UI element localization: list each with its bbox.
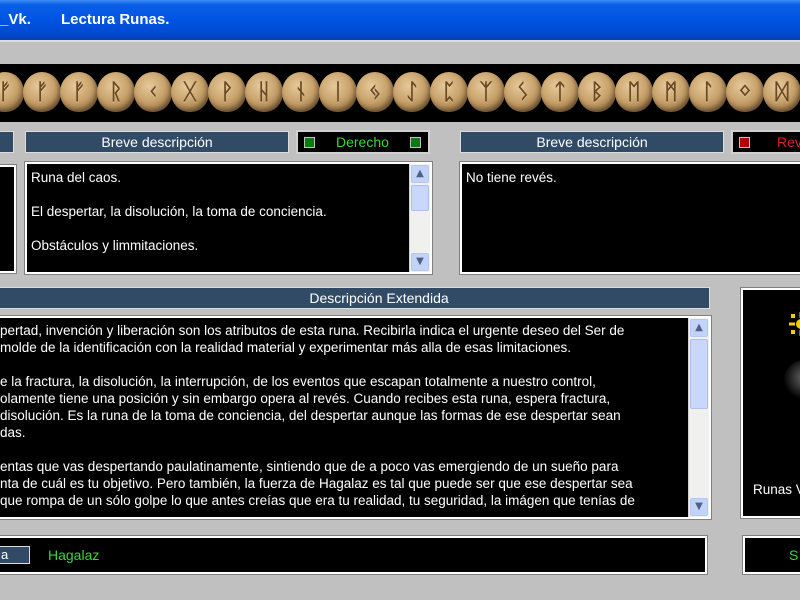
reversed-header-label: Breve descripción	[536, 134, 648, 150]
upright-line: Runa del caos.	[31, 170, 122, 185]
extended-paragraph: e la fractura, la disolución, la interru…	[0, 374, 621, 440]
rune-strip: ᚠᚠᚠᚱᚲᚷᚹᚺᚾᛁᛃᛇᛈᛉᛊᛏᛒᛖᛗᛚᛜᛞᛟ	[0, 64, 800, 122]
upright-line: Obstáculos y limmitaciones.	[31, 238, 199, 253]
reversed-description-text: No tiene revés.	[466, 169, 784, 270]
reversed-indicator: Rev	[731, 130, 800, 154]
upright-header-label: Breve descripción	[101, 134, 213, 150]
reversed-led	[739, 137, 750, 148]
rune-stone-button[interactable]: ᛊ	[504, 72, 542, 112]
upright-description-header: Breve descripción	[25, 131, 289, 153]
rune-picture-panel: Runas V	[740, 287, 800, 519]
upright-scrollbar[interactable]: ▲ ▼	[409, 164, 430, 272]
extended-paragraph: pertad, invención y liberación son los a…	[0, 323, 625, 355]
scroll-thumb[interactable]	[411, 185, 429, 211]
status-left-tag: a	[0, 546, 30, 564]
upright-description-box[interactable]: Runa del caos. El despertar, la disoluci…	[24, 161, 433, 275]
extended-scrollbar[interactable]: ▲ ▼	[688, 318, 709, 517]
rune-stone-button[interactable]: ᚾ	[282, 72, 320, 112]
scroll-up-icon[interactable]: ▲	[690, 319, 708, 337]
title-bar[interactable]: _Vk. Lectura Runas.	[0, 0, 800, 40]
scroll-up-icon[interactable]: ▲	[411, 165, 429, 183]
rune-stone-button[interactable]: ᛈ	[430, 72, 468, 112]
picture-caption: Runas V	[753, 482, 800, 497]
upright-indicator-label: Derecho	[336, 134, 389, 150]
reversed-indicator-label: Rev	[777, 134, 800, 150]
rune-stone-button[interactable]: ᛖ	[615, 72, 653, 112]
extended-paragraph: entas que vas despertando paulatinamente…	[0, 459, 635, 508]
left-header-fragment	[0, 131, 14, 153]
rune-stone-button[interactable]: ᚱ	[97, 72, 135, 112]
status-bar: a Hagalaz	[0, 535, 708, 575]
upright-led-right	[410, 137, 421, 148]
status-right-box: S	[742, 535, 800, 575]
upright-led-left	[304, 137, 315, 148]
app-name: _Vk.	[0, 11, 31, 28]
rune-stone-button[interactable]: ᚠ	[0, 72, 24, 112]
reversed-description-header: Breve descripción	[460, 131, 724, 153]
rune-stone-button[interactable]: ᚺ	[245, 72, 283, 112]
reversed-description-box[interactable]: No tiene revés.	[459, 161, 800, 275]
extended-description-header: Descripción Extendida	[0, 287, 710, 309]
rune-stone-button[interactable]: ᛃ	[356, 72, 394, 112]
rune-stone-button[interactable]: ᛞ	[763, 72, 800, 112]
rune-stone-button[interactable]: ᛏ	[541, 72, 579, 112]
rune-name-label: Hagalaz	[48, 547, 100, 563]
rune-stone-button[interactable]: ᚠ	[23, 72, 61, 112]
rune-stone-button[interactable]: ᛉ	[467, 72, 505, 112]
status-right-tag: S	[789, 547, 799, 563]
rune-stone-button[interactable]: ᛗ	[652, 72, 690, 112]
rune-stone-button[interactable]: ᚹ	[208, 72, 246, 112]
rune-stone-button[interactable]: ᚠ	[60, 72, 98, 112]
upright-indicator: Derecho	[296, 130, 430, 154]
upright-line: El despertar, la disolución, la toma de …	[31, 204, 327, 219]
rune-stone-button[interactable]: ᛒ	[578, 72, 616, 112]
scroll-down-icon[interactable]: ▼	[690, 498, 708, 516]
scroll-down-icon[interactable]: ▼	[411, 253, 429, 271]
upright-description-text: Runa del caos. El despertar, la disoluci…	[31, 169, 406, 270]
rune-stone-button[interactable]: ᛁ	[319, 72, 357, 112]
extended-description-text: pertad, invención y liberación son los a…	[0, 322, 685, 515]
rune-image-upright	[0, 164, 17, 274]
rune-stone-button[interactable]: ᚷ	[171, 72, 209, 112]
rune-stone-button[interactable]: ᛇ	[393, 72, 431, 112]
window-title: Lectura Runas.	[61, 11, 170, 28]
rune-stone-button[interactable]: ᛚ	[689, 72, 727, 112]
extended-header-label: Descripción Extendida	[309, 290, 449, 306]
rune-stone-button[interactable]: ᛜ	[726, 72, 764, 112]
scroll-thumb[interactable]	[690, 339, 708, 409]
rune-stone-button[interactable]: ᚲ	[134, 72, 172, 112]
extended-description-box[interactable]: pertad, invención y liberación son los a…	[0, 315, 712, 520]
reversed-line: No tiene revés.	[466, 170, 557, 185]
